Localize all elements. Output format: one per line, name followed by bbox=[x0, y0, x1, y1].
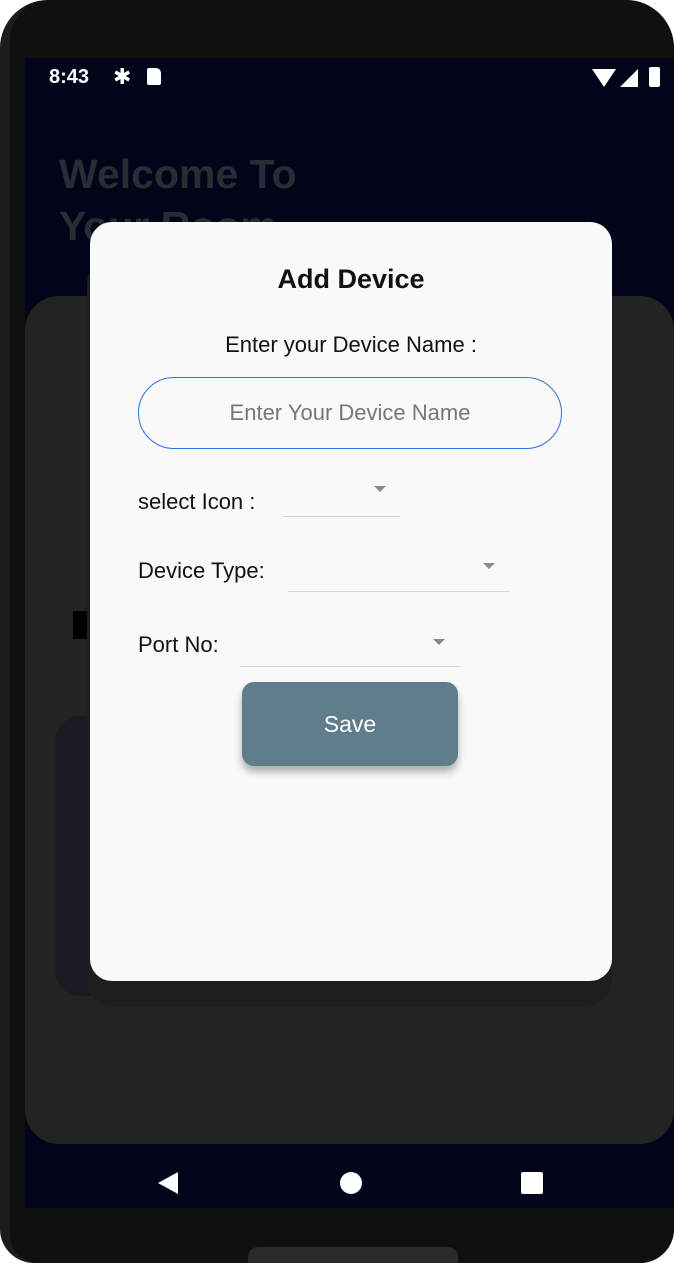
save-button[interactable]: Save bbox=[242, 682, 458, 766]
add-device-dialog: Add Device Enter your Device Name : sele… bbox=[90, 222, 612, 981]
chevron-down-icon bbox=[374, 486, 386, 492]
app-screen: 8:43 ✱ Welcome To Your Room Add Device E… bbox=[25, 58, 674, 1208]
select-icon-label: select Icon : bbox=[138, 489, 256, 514]
device-bottom-notch bbox=[248, 1247, 458, 1263]
dialog-title: Add Device bbox=[277, 264, 425, 294]
settings-icon: ✱ bbox=[113, 64, 132, 89]
select-icon-underline bbox=[282, 516, 400, 517]
background-title-line1: Welcome To bbox=[59, 151, 297, 197]
phone-frame: 8:43 ✱ Welcome To Your Room Add Device E… bbox=[0, 0, 674, 1263]
device-name-label: Enter your Device Name : bbox=[225, 332, 477, 357]
recents-icon[interactable] bbox=[521, 1172, 543, 1194]
status-time: 8:43 bbox=[49, 66, 90, 88]
back-icon[interactable] bbox=[158, 1172, 178, 1194]
battery-icon bbox=[649, 67, 660, 87]
signal-icon bbox=[620, 69, 638, 87]
status-bar: 8:43 ✱ bbox=[25, 58, 674, 98]
device-name-input[interactable] bbox=[138, 377, 562, 449]
device-type-dropdown[interactable] bbox=[288, 544, 509, 592]
wifi-icon bbox=[592, 69, 616, 87]
select-icon-dropdown[interactable] bbox=[282, 472, 400, 517]
port-no-dropdown[interactable] bbox=[240, 619, 460, 667]
port-no-label: Port No: bbox=[138, 632, 219, 657]
home-icon[interactable] bbox=[340, 1172, 362, 1194]
port-no-underline bbox=[240, 666, 460, 667]
chevron-down-icon bbox=[433, 639, 445, 645]
chevron-down-icon bbox=[483, 563, 495, 569]
sd-card-icon bbox=[147, 68, 161, 85]
device-type-label: Device Type: bbox=[138, 558, 265, 583]
device-type-underline bbox=[288, 591, 509, 592]
